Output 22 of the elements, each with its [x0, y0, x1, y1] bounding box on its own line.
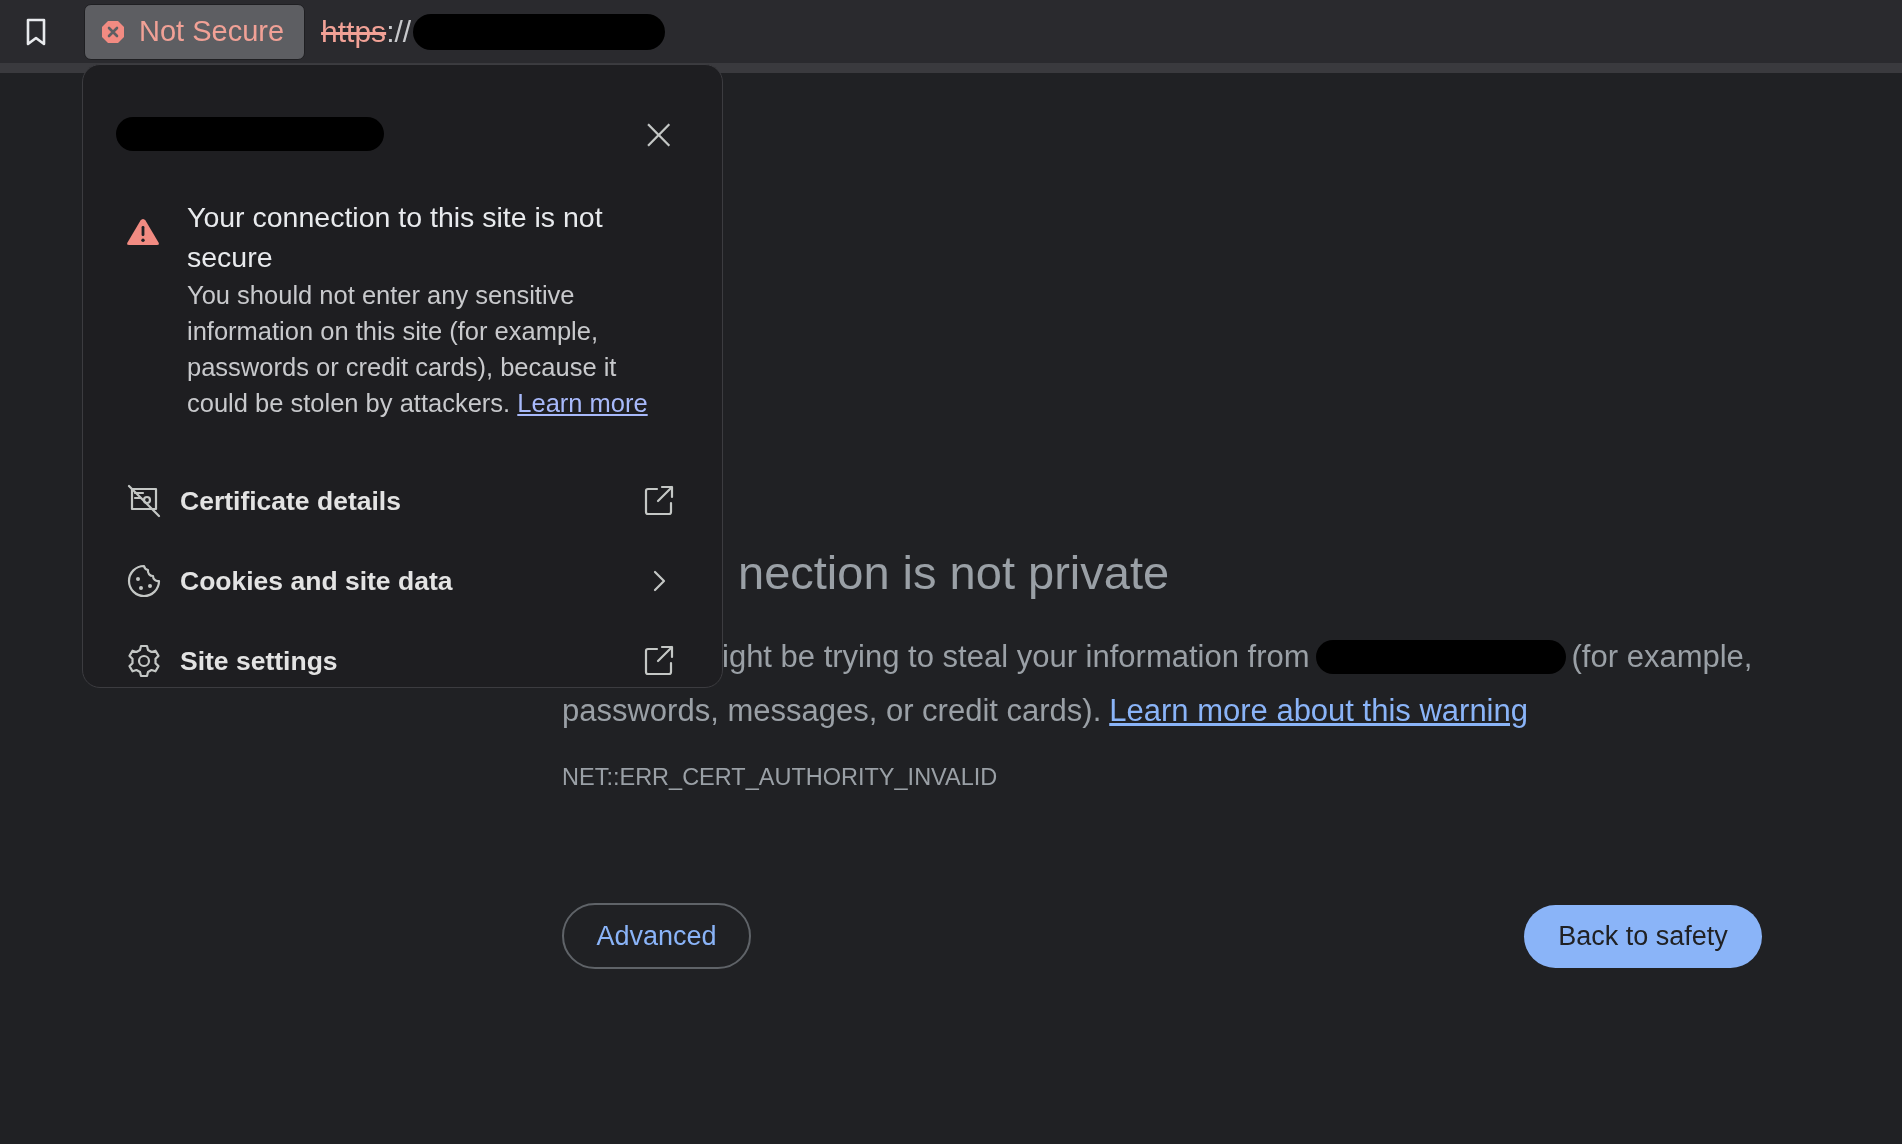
url-separator: ://: [386, 14, 412, 49]
menu-item[interactable]: Certificate details: [126, 461, 677, 541]
close-button[interactable]: ×: [640, 117, 677, 151]
error-code: NET::ERR_CERT_AUTHORITY_INVALID: [562, 763, 999, 791]
certificate-icon: [126, 483, 162, 519]
page-heading: nection is not private: [738, 545, 1171, 601]
url-scheme: https: [321, 14, 387, 49]
settings-icon: [126, 643, 162, 679]
warning-icon: [126, 217, 160, 247]
back-to-safety-button[interactable]: Back to safety: [1524, 904, 1762, 968]
learn-more-link[interactable]: Learn more about this warning: [1109, 693, 1528, 729]
bookmark-icon[interactable]: [24, 16, 48, 47]
warning-body: You should not enter any sensitive information on this site (for example, passwords or credit cards), because it could be stolen by attackers. Learn more: [187, 280, 649, 419]
warning-text: (for example,: [1571, 639, 1753, 675]
error-icon: [101, 19, 125, 44]
chevron-right-icon: [653, 570, 666, 592]
learn-more-link[interactable]: Learn more: [517, 389, 648, 417]
advanced-button[interactable]: Advanced: [562, 903, 751, 969]
warning-text: ight be trying to steal your information from: [722, 639, 1310, 675]
warning-title: Your connection to this site is not secure: [187, 200, 604, 275]
menu-item[interactable]: Cookies and site data: [126, 541, 677, 621]
cookie-icon: [126, 563, 162, 599]
